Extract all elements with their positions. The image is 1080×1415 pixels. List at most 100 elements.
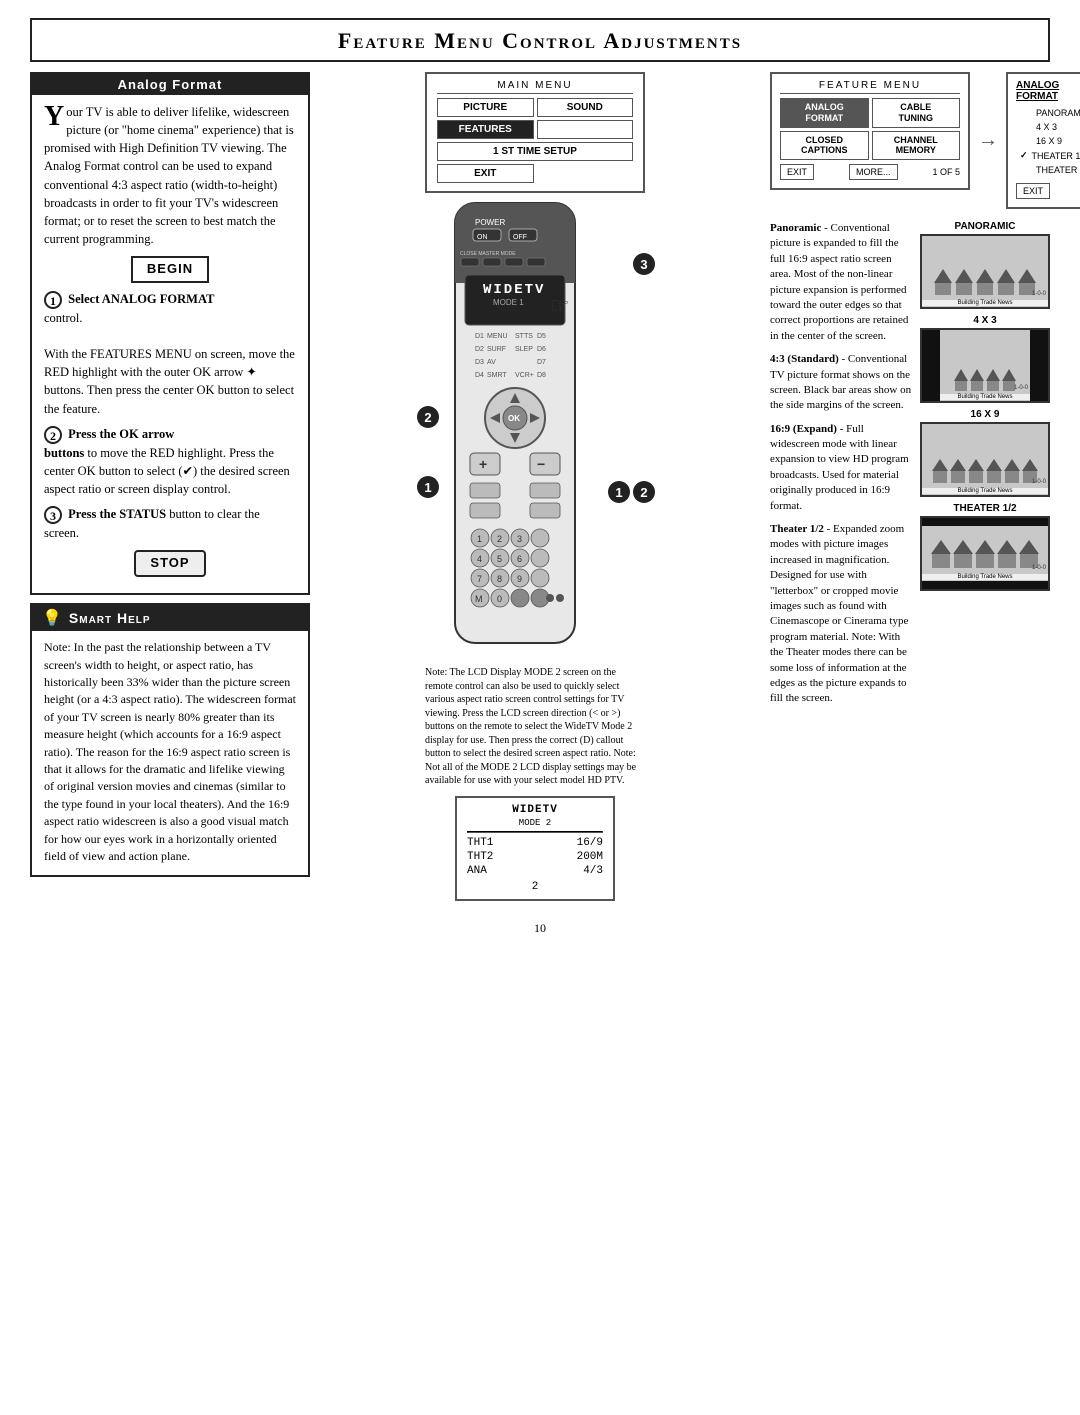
feature-btn-closed-captions[interactable]: CLOSEDCAPTIONS	[780, 131, 869, 161]
page: Feature Menu Control Adjustments Analog …	[0, 18, 1080, 946]
lcd-num: 2	[467, 881, 603, 893]
analog-format-body: Your TV is able to deliver lifelike, wid…	[32, 95, 308, 593]
svg-text:D4: D4	[475, 372, 484, 379]
analog-format-menu-title: ANALOG FORMAT	[1016, 80, 1080, 102]
svg-text:WIDETV: WIDETV	[483, 282, 545, 298]
svg-text:D5: D5	[537, 333, 546, 340]
right-column: FEATURE MENU ANALOGFORMAT CABLETUNING CL…	[760, 72, 1050, 901]
menu-btn-exit[interactable]: EXIT	[437, 164, 534, 183]
analog-exit-btn[interactable]: EXIT	[1016, 183, 1050, 199]
svg-text:+: +	[479, 456, 487, 472]
smart-help-title: 💡 Smart Help	[32, 605, 308, 631]
16x9-frame: 1-0-0	[1032, 479, 1046, 485]
lcd-title: WIDETV	[467, 804, 603, 816]
analog-option-4x3[interactable]: 4 X 3	[1016, 120, 1080, 134]
analog-option-panoramic[interactable]: PANORAMIC	[1016, 106, 1080, 120]
thumb-4x3: 4 X 3	[920, 315, 1050, 403]
feature-exit-btn[interactable]: EXIT	[780, 164, 814, 180]
analog-option-16x9[interactable]: 16 X 9	[1016, 134, 1080, 148]
expand-desc: 16:9 (Expand) - Full widescreen mode wit…	[770, 422, 912, 514]
menu-btn-sound[interactable]: SOUND	[537, 98, 634, 117]
svg-text:SURF: SURF	[487, 346, 506, 353]
thumb-theater: THEATER 1/2	[920, 503, 1050, 591]
badge-2: 2	[417, 406, 439, 428]
svg-text:6: 6	[517, 554, 522, 564]
menu-btn-features[interactable]: FEATURES	[437, 120, 534, 139]
badge-2b: 2	[633, 481, 655, 503]
svg-text:POWER: POWER	[475, 218, 505, 227]
lcd-mode: MODE 2	[467, 818, 603, 828]
expand-title: 16:9 (Expand)	[770, 423, 837, 435]
svg-text:1: 1	[477, 534, 482, 544]
svg-text:0: 0	[497, 594, 502, 604]
svg-text:7: 7	[477, 574, 482, 584]
drop-cap: Y	[44, 103, 64, 131]
theater-title: Theater 1/2	[770, 523, 824, 535]
svg-text:D8: D8	[537, 372, 546, 379]
feature-more-btn[interactable]: MORE...	[849, 164, 898, 180]
standard-title: 4:3 (Standard)	[770, 353, 839, 365]
feature-menu-box: FEATURE MENU ANALOGFORMAT CABLETUNING CL…	[770, 72, 970, 190]
feature-page-indicator: 1 OF 5	[932, 167, 960, 177]
svg-text:4: 4	[477, 554, 482, 564]
lcd-display-box: WIDETV MODE 2 THT1 16/9 THT2 200M ANA 4/…	[455, 796, 615, 901]
step-2-title: Press the OK arrow	[68, 427, 174, 441]
descriptions: Panoramic - Conventional picture is expa…	[770, 221, 912, 707]
step-3-title: Press the STATUS	[68, 507, 166, 521]
begin-label: BEGIN	[131, 256, 209, 283]
lcd-row-2: THT2 200M	[467, 850, 603, 864]
svg-text:AV: AV	[487, 359, 496, 366]
panoramic-title: Panoramic	[770, 222, 821, 234]
svg-text:CLOSE MASTER MODE: CLOSE MASTER MODE	[460, 251, 516, 257]
lcd-row-2-value: 200M	[577, 851, 603, 863]
analog-option-theater2[interactable]: THEATER 2	[1016, 163, 1080, 177]
feature-btn-analog-format[interactable]: ANALOGFORMAT	[780, 98, 869, 128]
lightbulb-icon: 💡	[42, 608, 63, 628]
16x9-caption: Building Trade News	[922, 488, 1048, 494]
svg-text:D7: D7	[537, 359, 546, 366]
lcd-note: Note: The LCD Display MODE 2 screen on t…	[425, 666, 645, 788]
menu-grid: PICTURE SOUND FEATURES 1 ST TIME SETUP E…	[437, 98, 633, 183]
feature-bottom-row: EXIT MORE... 1 OF 5	[780, 164, 960, 180]
step-1-title: Select ANALOG FORMAT	[68, 292, 214, 306]
theater-caption: Building Trade News	[922, 574, 1048, 580]
menu-btn-empty	[537, 120, 634, 139]
step-2: 2 Press the OK arrow buttons to move the…	[44, 425, 296, 499]
menu-btn-1st-time-setup[interactable]: 1 ST TIME SETUP	[437, 142, 633, 161]
svg-text:VCR+: VCR+	[515, 372, 534, 379]
step-1-body: control.With the FEATURES MENU on screen…	[44, 311, 295, 416]
remote-wrapper: 3 2 1 1 2	[425, 193, 645, 658]
feature-btn-cable-tuning[interactable]: CABLETUNING	[872, 98, 961, 128]
svg-text:2: 2	[497, 534, 502, 544]
theater-frame: 1-0-0	[1032, 565, 1046, 571]
lcd-row-2-label: THT2	[467, 851, 493, 863]
svg-text:D2: D2	[475, 346, 484, 353]
svg-text:D3: D3	[475, 359, 484, 366]
center-column: MAIN MENU PICTURE SOUND FEATURES 1 ST TI…	[310, 72, 760, 901]
panoramic-desc: Panoramic - Conventional picture is expa…	[770, 221, 912, 344]
thumb-theater-img: Building Trade News 1-0-0	[920, 516, 1050, 591]
menu-btn-picture[interactable]: PICTURE	[437, 98, 534, 117]
svg-text:ON: ON	[477, 234, 488, 241]
page-number: 10	[0, 921, 1080, 946]
page-title-bar: Feature Menu Control Adjustments	[30, 18, 1050, 62]
expand-body: - Full widescreen mode with linear expan…	[770, 423, 909, 512]
svg-text:D1: D1	[475, 333, 484, 340]
panoramic-caption: Building Trade News	[922, 300, 1048, 306]
badge-3: 3	[633, 253, 655, 275]
panoramic-frame: 1-0-0	[1032, 291, 1046, 297]
step-2-num: 2	[44, 426, 62, 444]
analog-option-theater1[interactable]: THEATER 1	[1016, 148, 1080, 163]
panoramic-body: - Conventional picture is expanded to fi…	[770, 222, 908, 342]
svg-text:M: M	[475, 594, 483, 604]
svg-text:SMRT: SMRT	[487, 372, 507, 379]
thumb-panoramic-label: PANORAMIC	[920, 221, 1050, 232]
thumb-panoramic: PANORAMIC Building Trad	[920, 221, 1050, 309]
lcd-row-3-value: 4/3	[583, 865, 603, 877]
svg-text:OFF: OFF	[513, 234, 527, 241]
feature-btn-channel-memory[interactable]: CHANNELMEMORY	[872, 131, 961, 161]
svg-text:−: −	[537, 456, 545, 472]
page-title: Feature Menu Control Adjustments	[32, 28, 1048, 54]
lcd-row-1: THT1 16/9	[467, 836, 603, 850]
remote-svg: POWER ON OFF CLOSE MASTER MODE	[425, 193, 605, 653]
